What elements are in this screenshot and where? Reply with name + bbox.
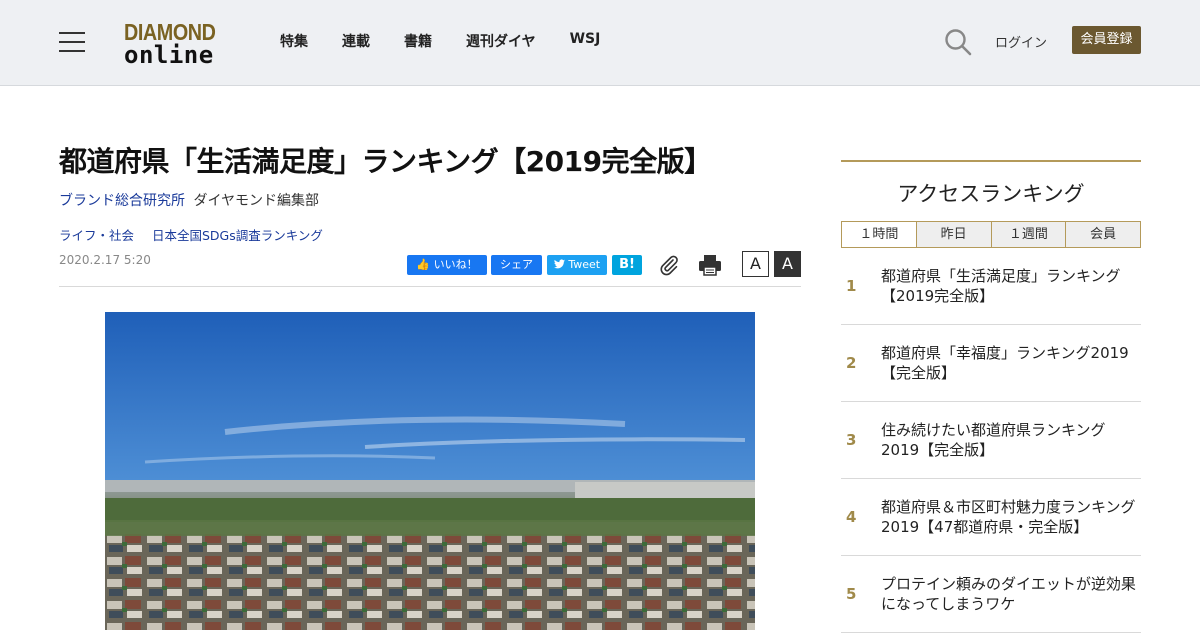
hero-image xyxy=(105,312,755,630)
menu-icon[interactable] xyxy=(59,32,85,52)
article-divider xyxy=(59,286,801,287)
register-button[interactable]: 会員登録 xyxy=(1072,26,1141,54)
tweet-button[interactable]: Tweet xyxy=(547,255,607,275)
publish-date: 2020.2.17 5:20 xyxy=(59,253,151,267)
font-size-small-button[interactable]: A xyxy=(742,251,769,277)
tag-link[interactable]: ライフ・社会 xyxy=(59,228,134,243)
ranking-number: 3 xyxy=(846,431,857,449)
search-icon[interactable] xyxy=(944,28,972,56)
byline: ブランド総合研究所 ダイヤモンド編集部 xyxy=(59,190,319,210)
site-header: DIAMOND online 特集 連載 書籍 週刊ダイヤ WSJ ログイン 会… xyxy=(0,0,1200,86)
nav-item-wsj[interactable]: WSJ xyxy=(570,31,601,51)
ranking-item[interactable]: 5 プロテイン頼みのダイエットが逆効果になってしまうワケ xyxy=(841,556,1141,633)
paperclip-icon[interactable] xyxy=(658,254,680,276)
ranking-tabs: １時間 昨日 １週間 会員 xyxy=(841,221,1141,248)
nav-item-features[interactable]: 特集 xyxy=(280,31,308,51)
ranking-number: 2 xyxy=(846,354,857,372)
font-size-large-button[interactable]: A xyxy=(774,251,801,277)
ranking-link[interactable]: 住み続けたい都道府県ランキング2019【完全版】 xyxy=(881,420,1141,460)
ranking-item[interactable]: 4 都道府県＆市区町村魅力度ランキング2019【47都道府県・完全版】 xyxy=(841,479,1141,556)
ranking-item[interactable]: 2 都道府県「幸福度」ランキング2019【完全版】 xyxy=(841,325,1141,402)
tab-members[interactable]: 会員 xyxy=(1065,222,1140,247)
hatena-bookmark-button[interactable]: B! xyxy=(612,255,642,275)
twitter-bird-icon xyxy=(553,258,569,271)
facebook-share-button[interactable]: シェア xyxy=(491,255,542,275)
ranking-title: アクセスランキング xyxy=(897,182,1085,206)
tab-1-week[interactable]: １週間 xyxy=(990,222,1066,247)
nav-item-weekly-diamond[interactable]: 週刊ダイヤ xyxy=(466,31,536,51)
login-link[interactable]: ログイン xyxy=(995,32,1047,51)
tab-1-hour[interactable]: １時間 xyxy=(842,222,916,247)
tab-yesterday[interactable]: 昨日 xyxy=(915,222,991,247)
print-icon[interactable] xyxy=(698,254,722,276)
nav-item-books[interactable]: 書籍 xyxy=(404,31,432,51)
author-dept: ダイヤモンド編集部 xyxy=(193,193,320,209)
nav-item-series[interactable]: 連載 xyxy=(342,31,370,51)
tag-link[interactable]: 日本全国SDGs調査ランキング xyxy=(152,228,323,243)
ranking-link[interactable]: 都道府県「生活満足度」ランキング【2019完全版】 xyxy=(881,266,1141,306)
main-nav: 特集 連載 書籍 週刊ダイヤ WSJ xyxy=(280,31,634,51)
thumbs-up-icon: 👍 xyxy=(416,258,431,271)
access-ranking: アクセスランキング １時間 昨日 １週間 会員 1 都道府県「生活満足度」ランキ… xyxy=(841,160,1141,633)
facebook-like-button[interactable]: 👍 いいね！ xyxy=(407,255,487,275)
article-title: 都道府県「生活満足度」ランキング【2019完全版】 xyxy=(59,145,712,178)
ranking-link[interactable]: 都道府県「幸福度」ランキング2019【完全版】 xyxy=(881,343,1141,383)
ranking-number: 1 xyxy=(846,277,857,295)
article-tags: ライフ・社会 日本全国SDGs調査ランキング xyxy=(59,225,337,244)
ranking-item[interactable]: 3 住み続けたい都道府県ランキング2019【完全版】 xyxy=(841,402,1141,479)
author-org-link[interactable]: ブランド総合研究所 xyxy=(59,193,185,209)
ranking-link[interactable]: 都道府県＆市区町村魅力度ランキング2019【47都道府県・完全版】 xyxy=(881,497,1141,537)
ranking-link[interactable]: プロテイン頼みのダイエットが逆効果になってしまうワケ xyxy=(881,574,1141,614)
ranking-number: 4 xyxy=(846,508,857,526)
ranking-item[interactable]: 1 都道府県「生活満足度」ランキング【2019完全版】 xyxy=(841,248,1141,325)
site-logo[interactable]: DIAMOND online xyxy=(124,20,226,67)
ranking-number: 5 xyxy=(846,585,857,603)
